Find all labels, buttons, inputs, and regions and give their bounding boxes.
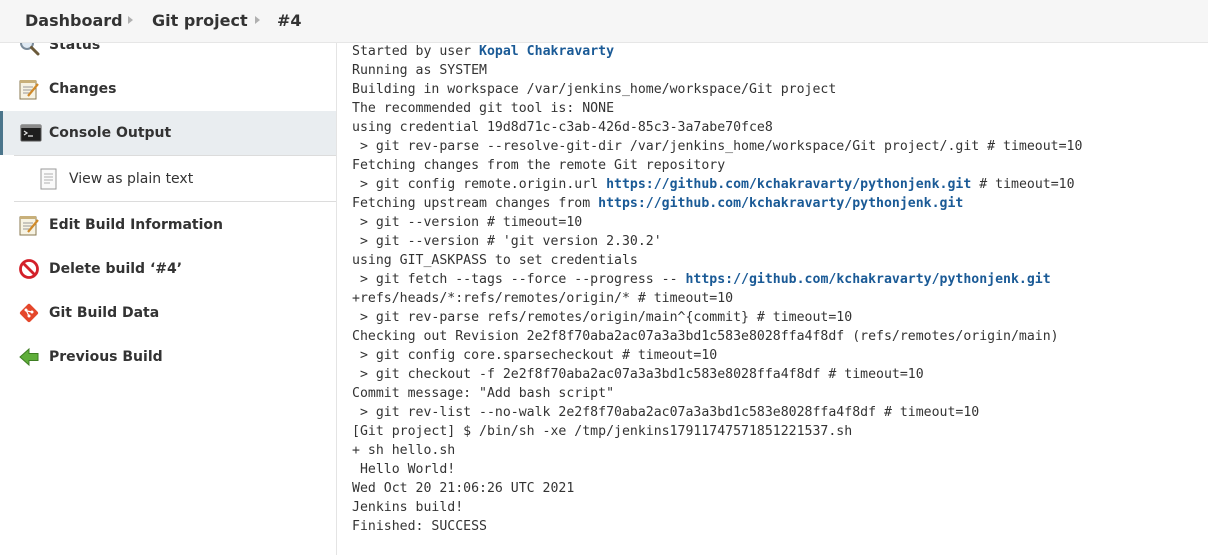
sidebar-item-git-build-data[interactable]: Git Build Data	[0, 291, 336, 335]
sidebar-item-label: Changes	[49, 81, 117, 97]
console-line: Running as SYSTEM	[352, 61, 1202, 80]
console-text: > git --version # timeout=10	[352, 215, 583, 230]
console-line: > git checkout -f 2e2f8f70aba2ac07a3a3bd…	[352, 365, 1202, 384]
console-text: > git rev-list --no-walk 2e2f8f70aba2ac0…	[352, 405, 980, 420]
console-link[interactable]: Kopal Chakravarty	[479, 44, 614, 59]
console-text: +refs/heads/*:refs/remotes/origin/* # ti…	[352, 291, 734, 306]
console-text: > git rev-parse refs/remotes/origin/main…	[352, 310, 853, 325]
console-line: Fetching upstream changes from https://g…	[352, 194, 1202, 213]
console-text: Checking out Revision 2e2f8f70aba2ac07a3…	[352, 329, 1059, 344]
document-icon	[38, 168, 60, 190]
console-text: > git config core.sparsecheckout # timeo…	[352, 348, 718, 363]
console-text: Wed Oct 20 21:06:26 UTC 2021	[352, 481, 575, 496]
console-text: > git --version # 'git version 2.30.2'	[352, 234, 662, 249]
breadcrumb-build-4[interactable]: #4	[277, 11, 302, 30]
console-text: using GIT_ASKPASS to set credentials	[352, 253, 638, 268]
console-line: > git config remote.origin.url https://g…	[352, 175, 1202, 194]
green-left-arrow-icon	[18, 346, 40, 368]
sidebar-item-edit-build-information[interactable]: Edit Build Information	[0, 203, 336, 247]
sidebar-item-label: Edit Build Information	[49, 217, 223, 233]
console-line: + sh hello.sh	[352, 441, 1202, 460]
console-line: > git rev-parse --resolve-git-dir /var/j…	[352, 137, 1202, 156]
sidebar-item-console-output[interactable]: Console Output	[0, 111, 336, 155]
console-line: [Git project] $ /bin/sh -xe /tmp/jenkins…	[352, 422, 1202, 441]
console-line: > git config core.sparsecheckout # timeo…	[352, 346, 1202, 365]
console-text: Fetching changes from the remote Git rep…	[352, 158, 726, 173]
sidebar-item-label: Console Output	[49, 125, 172, 141]
console-text: > git fetch --tags --force --progress --	[352, 272, 686, 287]
console-text: + sh hello.sh	[352, 443, 456, 458]
console-line: The recommended git tool is: NONE	[352, 99, 1202, 118]
sidebar-item-label: Git Build Data	[49, 305, 160, 321]
console-text: Hello World!	[352, 462, 456, 477]
console-link[interactable]: https://github.com/kchakravarty/pythonje…	[685, 272, 1050, 287]
sidebar-item-label: Delete build ‘#4’	[49, 261, 183, 277]
console-link[interactable]: https://github.com/kchakravarty/pythonje…	[606, 177, 971, 192]
console-line: Finished: SUCCESS	[352, 517, 1202, 536]
console-line: using GIT_ASKPASS to set credentials	[352, 251, 1202, 270]
console-text: > git config remote.origin.url	[352, 177, 607, 192]
console-link[interactable]: https://github.com/kchakravarty/pythonje…	[598, 196, 963, 211]
console-line: > git rev-list --no-walk 2e2f8f70aba2ac0…	[352, 403, 1202, 422]
terminal-icon	[20, 122, 42, 144]
console-text: Fetching upstream changes from	[352, 196, 599, 211]
no-entry-icon	[18, 258, 40, 280]
sidebar-item-delete-build[interactable]: Delete build ‘#4’	[0, 247, 336, 291]
console-text: # timeout=10	[971, 177, 1075, 192]
console-text: Started by user	[352, 44, 480, 59]
notepad-icon	[18, 214, 40, 236]
console-line: Commit message: "Add bash script"	[352, 384, 1202, 403]
git-icon	[18, 302, 40, 324]
notepad-icon	[18, 78, 40, 100]
console-text: Building in workspace /var/jenkins_home/…	[352, 82, 837, 97]
console-text: > git rev-parse --resolve-git-dir /var/j…	[352, 139, 1083, 154]
console-text: Running as SYSTEM	[352, 63, 487, 78]
sidebar-item-label: Previous Build	[49, 349, 163, 365]
console-text: Jenkins build!	[352, 500, 464, 515]
console-line: > git rev-parse refs/remotes/origin/main…	[352, 308, 1202, 327]
breadcrumb-dashboard[interactable]: Dashboard	[25, 11, 123, 30]
breadcrumb: Dashboard Git project #4	[0, 0, 1208, 43]
console-output: Started by user Kopal Chakravarty Running…	[352, 42, 1202, 536]
console-line: > git --version # timeout=10	[352, 213, 1202, 232]
console-line: > git --version # 'git version 2.30.2'	[352, 232, 1202, 251]
breadcrumb-git-project[interactable]: Git project	[152, 11, 248, 30]
console-line: Fetching changes from the remote Git rep…	[352, 156, 1202, 175]
sidebar: Status Changes Console Output View as pl…	[0, 0, 336, 555]
console-line: Building in workspace /var/jenkins_home/…	[352, 80, 1202, 99]
chevron-right-icon	[128, 16, 133, 24]
sidebar-item-changes[interactable]: Changes	[0, 67, 336, 111]
sidebar-item-previous-build[interactable]: Previous Build	[0, 335, 336, 379]
console-line: Wed Oct 20 21:06:26 UTC 2021	[352, 479, 1202, 498]
console-text: The recommended git tool is: NONE	[352, 101, 615, 116]
sidebar-item-view-plain-text[interactable]: View as plain text	[0, 157, 336, 201]
content-divider	[336, 42, 337, 555]
console-line: Started by user Kopal Chakravarty	[352, 42, 1202, 61]
console-text: Commit message: "Add bash script"	[352, 386, 615, 401]
console-line: Jenkins build!	[352, 498, 1202, 517]
console-line: > git fetch --tags --force --progress --…	[352, 270, 1202, 289]
console-text: [Git project] $ /bin/sh -xe /tmp/jenkins…	[352, 424, 853, 439]
console-line: +refs/heads/*:refs/remotes/origin/* # ti…	[352, 289, 1202, 308]
console-line: using credential 19d8d71c-c3ab-426d-85c3…	[352, 118, 1202, 137]
console-text: using credential 19d8d71c-c3ab-426d-85c3…	[352, 120, 773, 135]
console-text: Finished: SUCCESS	[352, 519, 487, 534]
console-line: Hello World!	[352, 460, 1202, 479]
console-line: Checking out Revision 2e2f8f70aba2ac07a3…	[352, 327, 1202, 346]
sidebar-item-label: View as plain text	[69, 171, 194, 187]
chevron-right-icon	[255, 16, 260, 24]
sidebar-divider	[14, 201, 336, 202]
sidebar-divider	[14, 155, 336, 156]
console-text: > git checkout -f 2e2f8f70aba2ac07a3a3bd…	[352, 367, 924, 382]
